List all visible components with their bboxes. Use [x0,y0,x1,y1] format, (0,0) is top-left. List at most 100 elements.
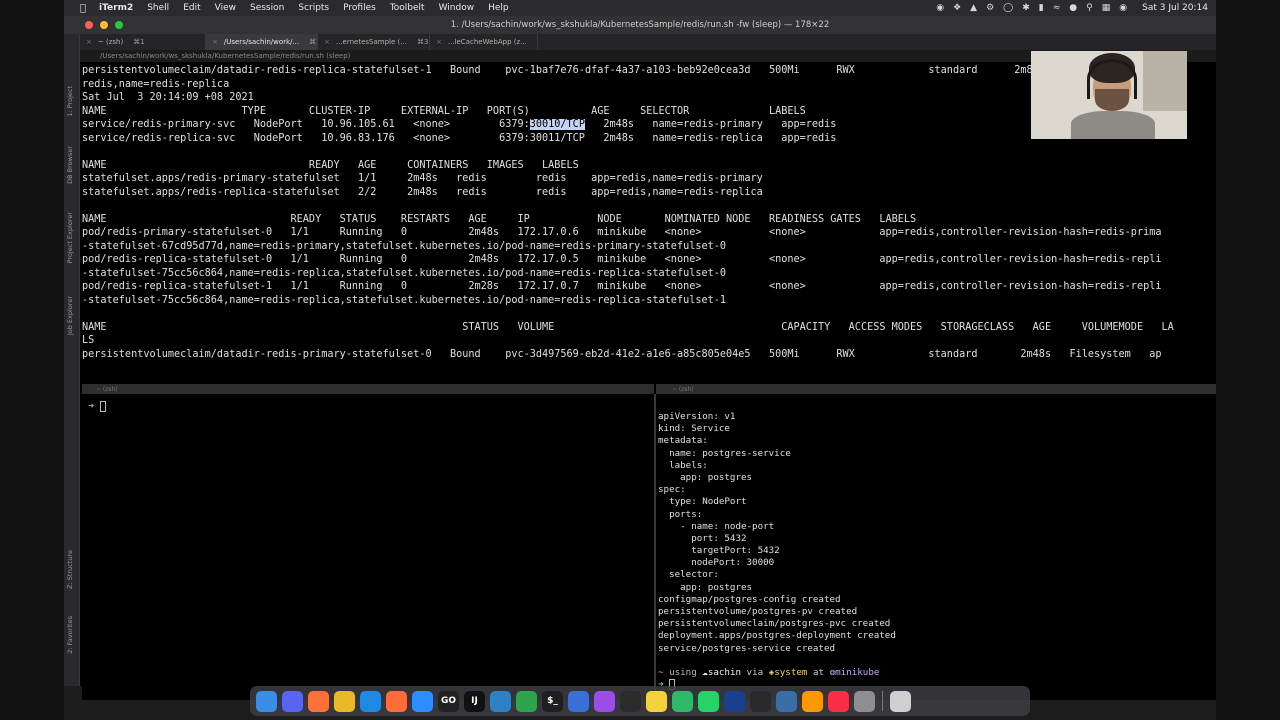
siri-icon[interactable]: ◉ [1119,3,1127,13]
tab-label: ~ (zsh) [97,38,124,46]
dock-intellij-icon[interactable]: IJ [464,690,485,712]
terminal-line: pod/redis-primary-statefulset-0 1/1 Runn… [82,227,1162,238]
menu-session[interactable]: Session [243,3,291,13]
tab-4[interactable]: × ...leCacheWebApp (z... ⌘4 [430,34,538,50]
user-icon[interactable]: ● [1069,3,1077,13]
terminal-line: NAME READY AGE CONTAINERS IMAGES LABELS [82,159,579,171]
prompt-prefix: ~ using [658,666,703,678]
yaml-line: kind: Service [658,423,730,435]
tab-bar: × ~ (zsh) ⌘1 × /Users/sachin/work/... ⌘2… [80,34,1216,50]
menu-help[interactable]: Help [481,3,516,13]
menu-clock[interactable]: Sat 3 Jul 20:14 [1142,3,1208,13]
prompt-line[interactable]: ➜ [88,400,654,414]
dock-postman-icon[interactable] [386,690,407,712]
docker-icon[interactable]: ▲ [970,3,977,13]
yaml-line: ports: [658,508,703,520]
terminal-line-suffix: 2m48s name=redis-primary app=redis [584,119,837,130]
side-panel-job-explorer[interactable]: Job Explorer [66,296,78,335]
dock-notes-icon[interactable] [646,690,667,712]
dock-app-green-icon[interactable] [672,690,693,712]
dock-safari-icon[interactable] [360,690,381,712]
dock-chrome-icon[interactable] [334,690,355,712]
yaml-line: name: postgres-service [658,447,791,459]
ide-tool-strip: 1: Project DB Browser Project Explorer J… [64,34,80,686]
menu-toolbelt[interactable]: Toolbelt [383,3,432,13]
terminal-line: -statefulset-75cc56c864,name=redis-repli… [82,267,727,279]
dock-discord-icon[interactable] [282,690,303,712]
dock-zoom-icon[interactable] [412,690,433,712]
tab-2[interactable]: × /Users/sachin/work/... ⌘2 [206,34,318,50]
tab-close-icon[interactable]: × [212,38,218,46]
battery-icon[interactable]: ▮ [1039,3,1044,13]
window-title: 1. /Users/sachin/work/ws_skshukla/Kubern… [450,20,830,30]
apple-icon[interactable]:  [74,3,92,14]
dock-virtualbox-icon[interactable] [724,690,745,712]
menu-window[interactable]: Window [432,3,482,13]
dock-app-blue-icon[interactable] [568,690,589,712]
tab-close-icon[interactable]: × [436,38,442,46]
dock-firefox-icon[interactable] [308,690,329,712]
dock-settings-icon[interactable] [854,690,875,712]
dock-trash-icon[interactable] [890,690,911,712]
menu-profiles[interactable]: Profiles [336,3,383,13]
window-titlebar[interactable]: 1. /Users/sachin/work/ws_skshukla/Kubern… [64,16,1216,34]
tab-close-icon[interactable]: × [86,38,92,46]
search-icon[interactable]: ⚲ [1086,3,1093,13]
terminal-line: NAME STATUS VOLUME CAPACITY ACCESS MODES… [82,321,1174,333]
left-pane-title-bar[interactable]: ~ (zsh) [82,384,654,394]
control-center-icon[interactable]: ▦ [1102,3,1111,13]
dock-iterm-icon[interactable]: $_ [542,690,563,712]
terminal-line: persistentvolumeclaim/datadir-redis-prim… [82,348,1162,360]
side-panel-project-explorer[interactable]: Project Explorer [66,212,78,263]
side-panel-project[interactable]: 1: Project [66,86,78,117]
tab-3[interactable]: × ...ernetesSample (... ⌘3 [318,34,430,50]
dock-app-tool-icon[interactable] [776,690,797,712]
webcam-headset [1087,59,1137,99]
wifi-icon[interactable]: ≈ [1053,3,1061,13]
headphones-icon[interactable]: ◉ [936,3,944,13]
bluetooth-icon[interactable]: ✱ [1022,3,1030,13]
selected-text[interactable]: 30010/TCP [529,119,585,130]
dock-goland-icon[interactable]: GO [438,690,459,712]
side-panel-favorites[interactable]: 2: Favorites [66,616,78,654]
shield-icon[interactable]: ◯ [1003,3,1013,13]
terminal-pane-right[interactable]: apiVersion: v1 kind: Service metadata: n… [656,394,1216,700]
gear-icon[interactable]: ⚙ [986,3,994,13]
dock-finder-icon[interactable] [256,690,277,712]
tab-shortcut: ⌘3 [416,38,429,46]
menu-shell[interactable]: Shell [140,3,176,13]
terminal-line: -statefulset-75cc56c864,name=redis-repli… [82,294,727,306]
maximize-button[interactable] [115,21,123,29]
menu-edit[interactable]: Edit [176,3,207,13]
output-line: configmap/postgres-config created [658,593,841,605]
dock-sublime-icon[interactable] [802,690,823,712]
side-panel-db-browser[interactable]: DB Browser [66,146,78,184]
side-panel-structure[interactable]: Z: Structure [66,550,78,589]
terminal-line: LS [82,335,95,346]
dock-circle-app-icon[interactable] [516,690,537,712]
dock-music-icon[interactable] [828,690,849,712]
yaml-line: port: 5432 [658,532,747,544]
terminal-pane-left[interactable]: ➜ [82,394,654,700]
close-button[interactable] [85,21,93,29]
right-pane-title-bar[interactable]: ~ (zsh) [656,384,1216,394]
dock-whatsapp-icon[interactable] [698,690,719,712]
tab-close-icon[interactable]: × [324,38,330,46]
menu-app-name[interactable]: iTerm2 [92,3,140,13]
tab-shortcut: ⌘4 [537,38,538,46]
terminal-line: pod/redis-replica-statefulset-0 1/1 Runn… [82,254,1162,265]
prompt-via: via [741,666,769,678]
tab-1[interactable]: × ~ (zsh) ⌘1 [80,34,206,50]
menu-scripts[interactable]: Scripts [291,3,336,13]
dropbox-icon[interactable]: ❖ [953,3,961,13]
prompt-arrow-icon: ➜ [88,401,95,412]
dock-vscode-icon[interactable] [490,690,511,712]
dock-podcasts-icon[interactable] [594,690,615,712]
dock-quicktime-icon[interactable] [620,690,641,712]
dock-app-dark-icon[interactable] [750,690,771,712]
minimize-button[interactable] [100,21,108,29]
menu-view[interactable]: View [208,3,243,13]
